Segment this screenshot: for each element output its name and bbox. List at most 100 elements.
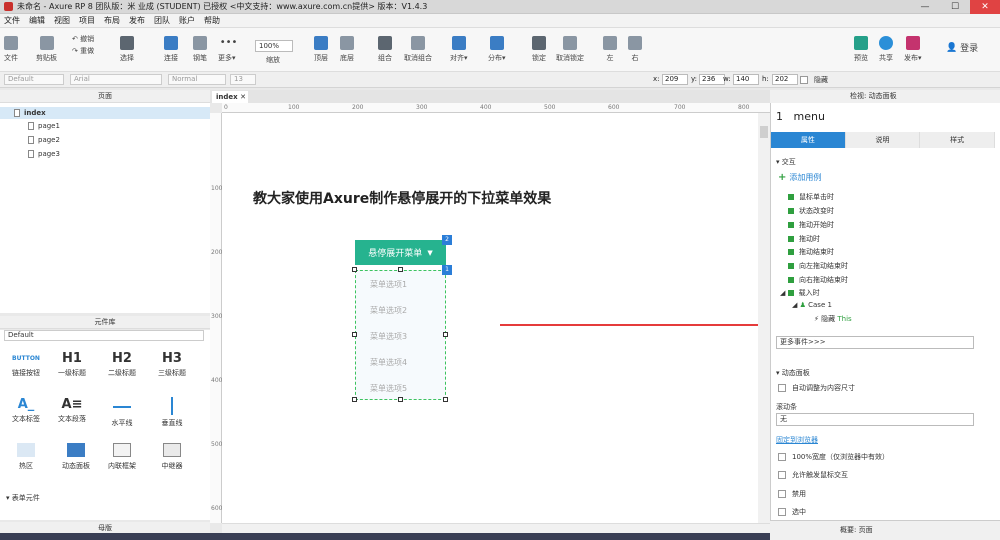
undo-button[interactable]: ↶ 撤销 [72,34,94,44]
lib-hotspot[interactable]: 热区 [4,440,48,471]
menu-layout[interactable]: 布局 [104,15,120,26]
connect-button[interactable]: 连接 [164,28,178,63]
hidden-checkbox[interactable]: 隐藏 [800,75,828,85]
distribute-button[interactable]: 分布▾ [488,28,506,63]
more-events-select[interactable]: 更多事件>>> [776,336,974,349]
right-button[interactable]: 右 [628,28,642,63]
event-swipe-left[interactable]: 向左拖动结束时 [788,261,848,271]
more-button[interactable]: ••• 更多▾ [218,28,237,63]
dynamic-panel-section[interactable]: ▾ 动态面板 [776,368,810,378]
menu-option-1[interactable]: 菜单选项1 [370,279,407,290]
canvas-headline[interactable]: 教大家使用Axure制作悬停展开的下拉菜单效果 [253,188,551,208]
select-button[interactable]: 选择 [120,28,134,63]
form-widgets-section[interactable]: ▾ 表单元件 [6,493,40,503]
unlock-button[interactable]: 取消锁定 [556,28,584,63]
resize-handle-tl[interactable] [352,267,357,272]
tab-index[interactable]: index ✕ [212,91,248,103]
redo-button[interactable]: ↷ 重做 [72,46,94,56]
page-index[interactable]: index [14,109,46,117]
interaction-section[interactable]: ▾ 交互 [776,157,796,167]
align-button[interactable]: 对齐▾ [450,28,468,63]
font-weight-select[interactable]: Normal [168,74,226,85]
share-button[interactable]: 共享 [879,28,893,63]
login-button[interactable]: 👤 登录 [946,41,978,55]
tab-style[interactable]: 样式 [920,132,996,148]
lib-h3[interactable]: H3 三级标题 [150,350,194,378]
menu-view[interactable]: 视图 [54,15,70,26]
menu-help[interactable]: 帮助 [204,15,220,26]
close-button[interactable]: ✕ [970,0,1000,14]
lib-h1[interactable]: H1 一级标题 [50,350,94,378]
zoom-select[interactable]: 100% [255,40,293,52]
clipboard-button[interactable]: 剪贴板 [36,28,57,63]
lock-button[interactable]: 锁定 [532,28,546,63]
selected-checkbox[interactable]: 选中 [778,507,806,517]
lib-inline-frame[interactable]: 内联框架 [100,440,144,471]
w-input[interactable]: 140 [733,74,759,85]
menu-account[interactable]: 账户 [179,15,195,26]
page-3[interactable]: page3 [28,150,60,158]
event-click[interactable]: 鼠标单击时 [788,192,834,202]
page-1[interactable]: page1 [28,122,60,130]
event-drag-end[interactable]: 拖动结束时 [788,247,834,257]
menu-option-3[interactable]: 菜单选项3 [370,331,407,342]
h-input[interactable]: 202 [772,74,798,85]
resize-handle-mr[interactable] [443,332,448,337]
file-button[interactable]: 文件 [4,28,18,63]
canvas-horizontal-scrollbar[interactable] [222,523,770,533]
scrollbar-select[interactable]: 无 [776,413,974,426]
event-state-change[interactable]: 状态改变时 [788,206,834,216]
lib-hline[interactable]: 水平线 [100,396,144,428]
tab-properties[interactable]: 属性 [771,132,846,148]
resize-handle-tc[interactable] [398,267,403,272]
case-1[interactable]: ◢ ♟ Case 1 [792,301,832,309]
dropdown-menu-panel[interactable]: 菜单选项1 菜单选项2 菜单选项3 菜单选项4 菜单选项5 [355,270,446,400]
menu-file[interactable]: 文件 [4,15,20,26]
resize-handle-bc[interactable] [398,397,403,402]
lib-text-label[interactable]: A_ 文本标签 [4,396,48,424]
library-select[interactable]: Default [4,330,204,341]
action-hide[interactable]: ⚡ 隐藏 This [814,314,852,324]
font-select[interactable]: Arial [70,74,162,85]
maximize-button[interactable]: ☐ [940,0,970,14]
close-tab-icon[interactable]: ✕ [240,93,246,101]
menu-edit[interactable]: 编辑 [29,15,45,26]
send-bottom-button[interactable]: 底层 [340,28,354,63]
pen-button[interactable]: 钢笔 [193,28,207,63]
pin-to-browser-link[interactable]: 固定到浏览器 [776,435,818,445]
lib-vline[interactable]: 垂直线 [150,396,194,428]
canvas-vscroll-thumb[interactable] [760,126,768,138]
allow-trigger-checkbox[interactable]: 允许触发鼠标交互 [778,470,848,480]
event-onload[interactable]: ◢ 载入时 [780,288,820,298]
event-drag-start[interactable]: 拖动开始时 [788,220,834,230]
menu-project[interactable]: 项目 [79,15,95,26]
font-size-select[interactable]: 13 [230,74,256,85]
page-2[interactable]: page2 [28,136,60,144]
ungroup-button[interactable]: 取消组合 [404,28,432,63]
auto-fit-checkbox[interactable]: 自动调整为内容尺寸 [778,383,855,393]
design-canvas[interactable] [222,113,758,523]
disabled-checkbox[interactable]: 禁用 [778,489,806,499]
lib-repeater[interactable]: 中继器 [150,440,194,471]
canvas-vertical-scrollbar[interactable] [758,113,770,523]
tab-notes[interactable]: 说明 [845,132,921,148]
x-input[interactable]: 209 [662,74,688,85]
left-button[interactable]: 左 [603,28,617,63]
menu-publish[interactable]: 发布 [129,15,145,26]
publish-button[interactable]: 发布▾ [904,28,922,63]
resize-handle-bl[interactable] [352,397,357,402]
event-swipe-right[interactable]: 向右拖动结束时 [788,275,848,285]
y-input[interactable]: 236 [699,74,725,85]
bring-top-button[interactable]: 顶层 [314,28,328,63]
lib-dynamic-panel[interactable]: 动态面板 [54,440,98,471]
resize-handle-br[interactable] [443,397,448,402]
menu-option-4[interactable]: 菜单选项4 [370,357,407,368]
hover-dropdown-button[interactable]: 悬停展开菜单 ▼ [355,240,446,265]
menu-option-5[interactable]: 菜单选项5 [370,383,407,394]
lib-h2[interactable]: H2 二级标题 [100,350,144,378]
minimize-button[interactable]: — [910,0,940,14]
widget-name-field[interactable]: 1 menu [776,110,825,123]
lib-link-button[interactable]: BUTTON 链接按钮 [4,350,48,378]
fit-width-checkbox[interactable]: 100%宽度（仅浏览器中有效） [778,452,889,462]
menu-team[interactable]: 团队 [154,15,170,26]
